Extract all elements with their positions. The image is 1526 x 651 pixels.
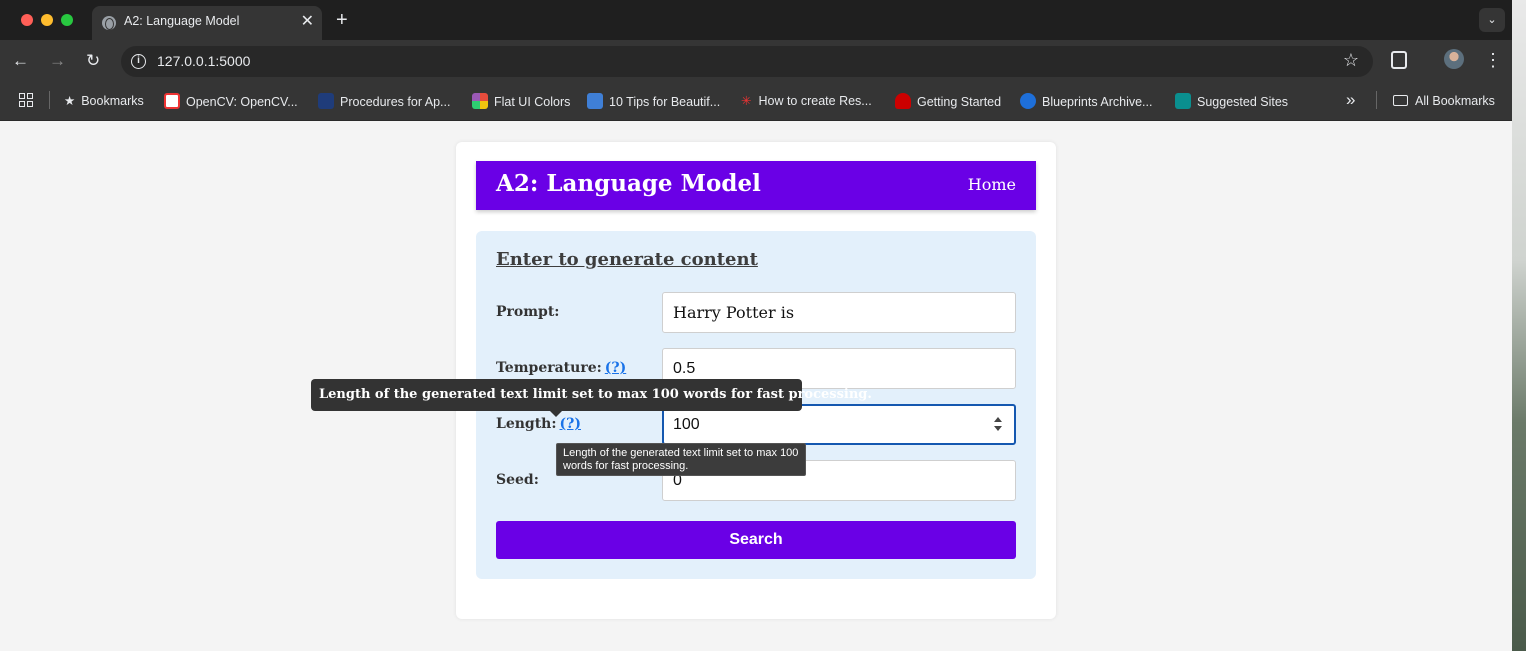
length-label: Length: (?) — [496, 416, 581, 432]
chevron-down-icon[interactable]: ⌄ — [1479, 8, 1505, 32]
back-arrow-icon[interactable]: ← — [12, 50, 29, 72]
temperature-label: Temperature: (?) — [496, 360, 626, 376]
app-header: A2: Language Model Home — [476, 161, 1036, 210]
kebab-menu-icon[interactable]: ⋮ — [1484, 49, 1502, 71]
close-icon[interactable]: ✕ — [301, 12, 314, 32]
browser-tab-active[interactable]: A2: Language Model ✕ — [92, 6, 322, 40]
close-window-button[interactable] — [21, 14, 33, 26]
bookmarks-bar: ★ Bookmarks OpenCV: OpenCV... Procedures … — [0, 82, 1512, 121]
desktop-background-edge — [1512, 0, 1526, 651]
bookmark-getting-started[interactable]: Getting Started — [895, 93, 1001, 111]
temperature-label-text: Temperature: — [496, 360, 602, 376]
bookmark-label: Flat UI Colors — [494, 95, 571, 109]
number-stepper[interactable] — [994, 417, 1002, 433]
minimize-window-button[interactable] — [41, 14, 53, 26]
seed-label: Seed: — [496, 472, 539, 488]
prompt-label: Prompt: — [496, 304, 560, 320]
stepper-down-icon[interactable] — [994, 426, 1002, 431]
bookmark-label: 10 Tips for Beautif... — [609, 95, 721, 109]
bookmark-label: Bookmarks — [81, 94, 144, 108]
globe-icon — [102, 16, 116, 30]
all-bookmarks-button[interactable]: All Bookmarks — [1393, 93, 1495, 111]
tab-title: A2: Language Model — [124, 14, 240, 28]
bookmark-label: Procedures for Ap... — [340, 95, 451, 109]
length-value: 100 — [673, 416, 700, 433]
bookmark-label: How to create Res... — [758, 94, 872, 108]
adb-icon — [318, 93, 334, 109]
site-logo-icon — [587, 93, 603, 109]
opencv-icon — [164, 93, 180, 109]
profile-avatar[interactable] — [1444, 49, 1464, 69]
forward-arrow-icon[interactable]: → — [49, 50, 66, 72]
bing-icon — [1175, 93, 1191, 109]
search-button[interactable]: Search — [496, 521, 1016, 559]
bookmark-label: OpenCV: OpenCV... — [186, 95, 298, 109]
bookmark-label: Blueprints Archive... — [1042, 95, 1153, 109]
apps-grid-icon[interactable] — [19, 93, 33, 107]
bookmarks-divider — [1376, 91, 1377, 109]
stepper-up-icon[interactable] — [994, 417, 1002, 422]
page-title: A2: Language Model — [496, 170, 761, 197]
new-tab-plus-icon[interactable]: + — [336, 9, 348, 31]
bookmark-opencv[interactable]: OpenCV: OpenCV... — [164, 93, 298, 111]
length-label-text: Length: — [496, 416, 557, 432]
folder-icon — [1393, 95, 1408, 106]
star-icon: ★ — [64, 94, 76, 108]
tooltip-arrow — [550, 411, 562, 417]
blueprints-icon — [1020, 93, 1036, 109]
reload-icon[interactable]: ↻ — [86, 50, 100, 72]
chevron-double-right-icon[interactable]: » — [1346, 90, 1355, 110]
bookmark-label: Suggested Sites — [1197, 95, 1289, 109]
redhat-icon — [895, 93, 911, 109]
bookmark-star-icon[interactable]: ☆ — [1343, 50, 1359, 71]
extensions-puzzle-icon[interactable] — [1391, 51, 1407, 69]
home-link[interactable]: Home — [968, 175, 1016, 194]
bookmark-label: Getting Started — [917, 95, 1002, 109]
bookmark-suggested-sites[interactable]: Suggested Sites — [1175, 93, 1288, 111]
bookmark-procedures[interactable]: Procedures for Ap... — [318, 93, 450, 111]
maximize-window-button[interactable] — [61, 14, 73, 26]
bookmarks-divider — [49, 91, 50, 109]
bookmark-blueprints[interactable]: Blueprints Archive... — [1020, 93, 1152, 111]
asterisk-icon: ✳ — [741, 94, 752, 108]
color-palette-icon — [472, 93, 488, 109]
length-help-tooltip: Length of the generated text limit set t… — [311, 379, 872, 411]
page-viewport: A2: Language Model Home Enter to generat… — [0, 121, 1512, 651]
temperature-help-link[interactable]: (?) — [605, 360, 626, 376]
length-help-link[interactable]: (?) — [560, 416, 581, 432]
browser-toolbar: ← → ↻ i 127.0.0.1:5000 ☆ ⋮ — [0, 40, 1512, 82]
prompt-input[interactable]: Harry Potter is — [662, 292, 1016, 333]
browser-tab-strip: A2: Language Model ✕ + ⌄ — [0, 0, 1512, 40]
url-text[interactable]: 127.0.0.1:5000 — [157, 53, 250, 69]
bookmark-10-tips[interactable]: 10 Tips for Beautif... — [587, 93, 720, 111]
form-heading: Enter to generate content — [496, 249, 758, 270]
bookmark-how-to-create[interactable]: ✳ How to create Res... — [741, 93, 872, 111]
all-bookmarks-label: All Bookmarks — [1415, 94, 1495, 108]
site-info-icon[interactable]: i — [131, 54, 146, 69]
address-bar[interactable]: i 127.0.0.1:5000 ☆ — [121, 46, 1373, 77]
bookmark-flat-ui-colors[interactable]: Flat UI Colors — [472, 93, 570, 111]
native-title-tooltip: Length of the generated text limit set t… — [556, 443, 806, 476]
bookmark-bookmarks[interactable]: ★ Bookmarks — [64, 93, 144, 111]
